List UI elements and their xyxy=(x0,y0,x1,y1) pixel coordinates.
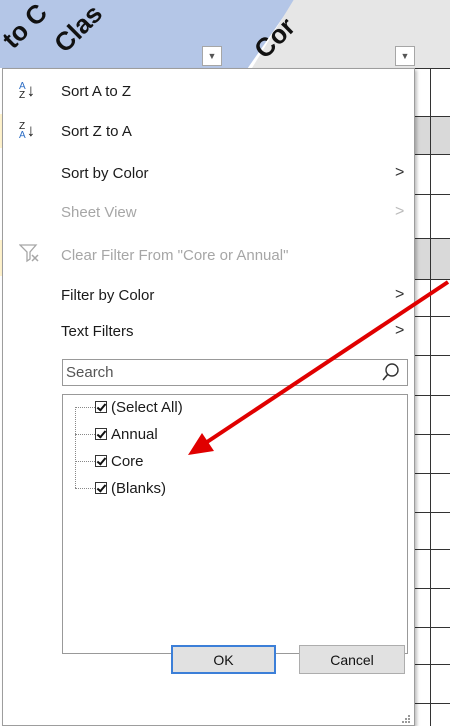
menu-item-label: Filter by Color xyxy=(61,286,155,304)
row-line xyxy=(415,355,450,356)
tree-connector xyxy=(75,407,76,488)
checkbox-label: Core xyxy=(111,452,144,470)
menu-item-label: Sort Z to A xyxy=(61,122,132,140)
menu-item-label: Sort A to Z xyxy=(61,82,132,100)
row-line xyxy=(415,68,450,69)
menu-item-sheet-view: Sheet View > xyxy=(3,194,414,230)
chevron-right-icon: > xyxy=(395,322,405,339)
menu-item-label: Text Filters xyxy=(61,322,134,340)
checkbox-label: (Blanks) xyxy=(111,479,167,497)
menu-item-sort-by-color[interactable]: Sort by Color > xyxy=(3,155,414,191)
checkbox-checked-icon[interactable] xyxy=(95,428,107,440)
menu-item-text-filters[interactable]: Text Filters > xyxy=(3,313,414,349)
ok-button[interactable]: OK xyxy=(171,645,276,674)
checkbox-label: (Select All) xyxy=(111,398,183,416)
dropdown-arrow-icon: ▼ xyxy=(400,51,410,61)
chevron-right-icon: > xyxy=(395,203,405,220)
filter-button-core[interactable]: ▼ xyxy=(395,46,415,66)
row-line xyxy=(415,703,450,704)
checkbox-checked-icon[interactable] xyxy=(95,482,107,494)
clear-filter-icon xyxy=(18,243,47,267)
checkbox-annual[interactable]: Annual xyxy=(75,423,158,445)
sort-z-to-a-icon: Z A↓ xyxy=(19,121,36,141)
row-line xyxy=(415,316,450,317)
row-line xyxy=(415,664,450,665)
row-line xyxy=(415,279,450,280)
row-line xyxy=(415,588,450,589)
column-line xyxy=(430,68,431,726)
row-line xyxy=(415,473,450,474)
dropdown-arrow-icon: ▼ xyxy=(207,51,217,61)
row-line xyxy=(415,512,450,513)
chevron-right-icon: > xyxy=(395,286,405,303)
chevron-right-icon: > xyxy=(395,164,405,181)
checkbox-label: Annual xyxy=(111,425,158,443)
filter-values-list[interactable]: (Select All) Annual Core (Blanks) xyxy=(62,394,408,654)
row-line xyxy=(415,627,450,628)
filter-button-class[interactable]: ▼ xyxy=(202,46,222,66)
menu-item-sort-a-to-z[interactable]: A Z↓ Sort A to Z xyxy=(3,73,414,109)
menu-item-clear-filter: Clear Filter From "Core or Annual" xyxy=(3,237,414,273)
sort-a-to-z-icon: A Z↓ xyxy=(19,81,36,101)
row-highlight-gray xyxy=(415,117,450,154)
menu-item-sort-z-to-a[interactable]: Z A↓ Sort Z to A xyxy=(3,113,414,149)
autofilter-dropdown-menu: A Z↓ Sort A to Z Z A↓ Sort Z to A Sort by … xyxy=(2,68,415,726)
checkbox-select-all[interactable]: (Select All) xyxy=(75,396,183,418)
cancel-button[interactable]: Cancel xyxy=(299,645,405,674)
row-line xyxy=(415,549,450,550)
menu-item-label: Sort by Color xyxy=(61,164,149,182)
row-line xyxy=(415,434,450,435)
menu-item-label: Sheet View xyxy=(61,203,137,221)
menu-item-filter-by-color[interactable]: Filter by Color > xyxy=(3,277,414,313)
resize-grip-icon[interactable] xyxy=(401,714,411,724)
checkbox-core[interactable]: Core xyxy=(75,450,144,472)
magnifier-icon xyxy=(381,362,401,382)
row-line xyxy=(415,395,450,396)
row-line xyxy=(415,194,450,195)
menu-item-label: Clear Filter From "Core or Annual" xyxy=(61,246,289,264)
row-highlight-gray xyxy=(415,239,450,279)
checkbox-checked-icon[interactable] xyxy=(95,401,107,413)
search-box[interactable] xyxy=(62,359,408,386)
checkbox-checked-icon[interactable] xyxy=(95,455,107,467)
row-line xyxy=(415,154,450,155)
search-input[interactable] xyxy=(66,362,366,382)
checkbox-blanks[interactable]: (Blanks) xyxy=(75,477,166,499)
